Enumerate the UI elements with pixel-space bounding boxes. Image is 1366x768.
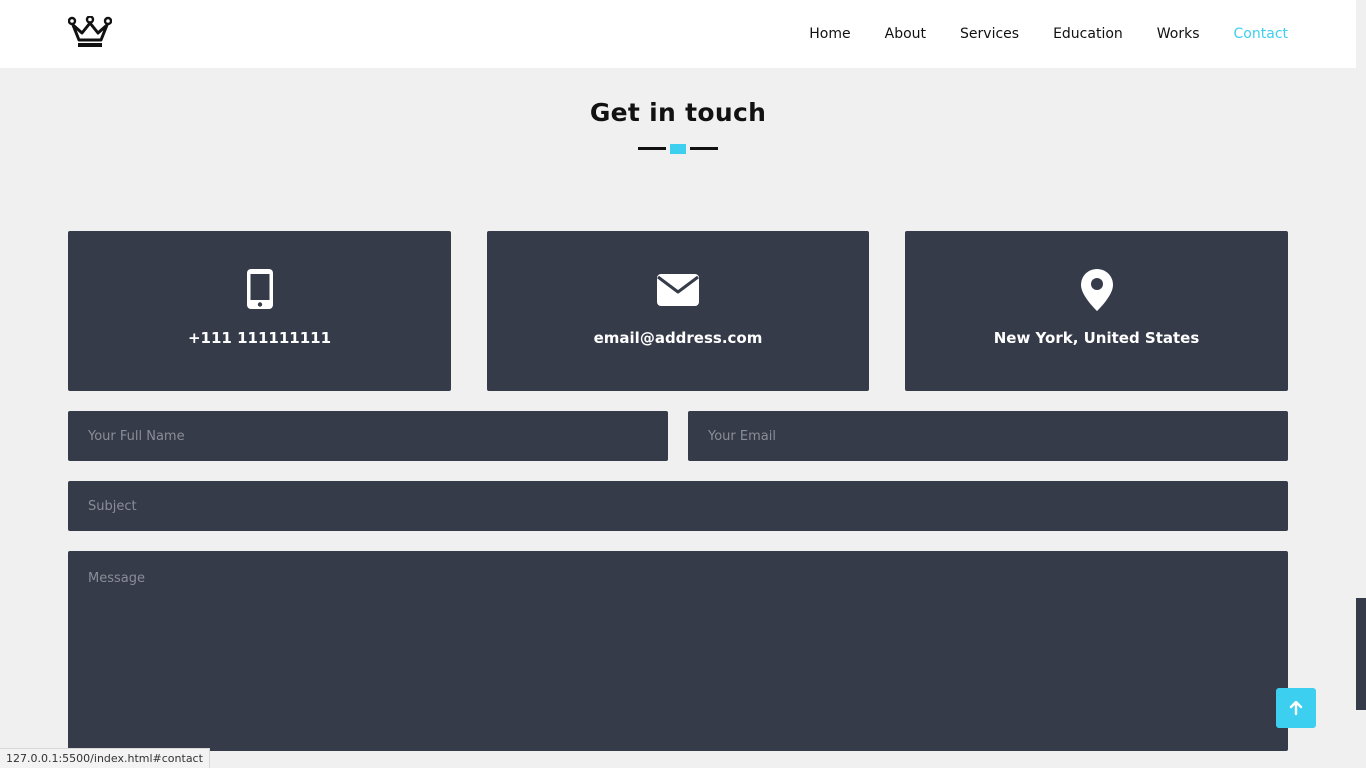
contact-email-text: email@address.com: [593, 329, 763, 347]
map-marker-icon: [905, 269, 1288, 311]
status-bar-url: 127.0.0.1:5500/index.html#contact: [0, 748, 210, 768]
mobile-phone-icon: [68, 269, 451, 311]
nav-menu: Home About Services Education Works Cont…: [775, 0, 1288, 68]
nav-link-works[interactable]: Works: [1157, 26, 1200, 42]
arrow-up-icon: [1289, 701, 1303, 715]
email-input[interactable]: [688, 411, 1288, 461]
nav-link-about[interactable]: About: [885, 26, 926, 42]
envelope-icon: [487, 269, 869, 311]
section-title: Get in touch: [589, 98, 767, 127]
scrollbar-thumb[interactable]: [1356, 598, 1366, 710]
nav-link-home[interactable]: Home: [809, 26, 850, 42]
contact-card-location: New York, United States: [905, 231, 1288, 391]
divider-line-left: [638, 147, 666, 150]
contact-card-phone: +111 111111111: [68, 231, 451, 391]
back-to-top-button[interactable]: [1276, 688, 1316, 728]
contact-phone-text: +111 111111111: [187, 329, 332, 347]
navbar: Home About Services Education Works Cont…: [0, 0, 1356, 68]
divider-line-right: [690, 147, 718, 150]
contact-card-email: email@address.com: [487, 231, 869, 391]
contact-location-text: New York, United States: [993, 329, 1200, 347]
message-textarea[interactable]: [68, 551, 1288, 751]
nav-link-education[interactable]: Education: [1053, 26, 1123, 42]
divider-accent: [670, 144, 686, 154]
crown-icon[interactable]: [67, 15, 113, 50]
nav-link-contact[interactable]: Contact: [1234, 26, 1288, 42]
full-name-input[interactable]: [68, 411, 668, 461]
subject-input[interactable]: [68, 481, 1288, 531]
title-divider: [638, 144, 718, 154]
nav-link-services[interactable]: Services: [960, 26, 1019, 42]
